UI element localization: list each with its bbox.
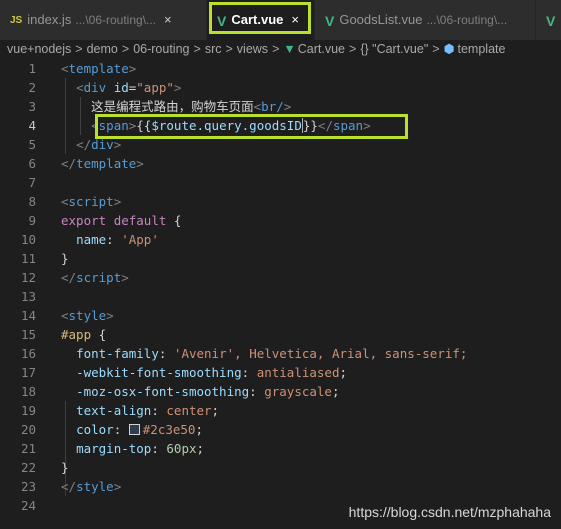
code-line: 7 bbox=[0, 173, 561, 192]
line-number: 7 bbox=[28, 175, 36, 190]
breadcrumb-item[interactable]: template bbox=[458, 40, 506, 59]
highlight-box-span bbox=[95, 114, 408, 139]
line-number: 4 bbox=[28, 118, 36, 133]
tab-overflow[interactable]: V bbox=[536, 0, 561, 40]
breadcrumb-item[interactable]: demo bbox=[87, 40, 118, 59]
tab-goodslist-vue[interactable]: V GoodsList.vue ...\06-routing\... bbox=[315, 0, 535, 40]
breadcrumb-item[interactable]: src bbox=[205, 40, 222, 59]
code-line: 9 export default { bbox=[0, 211, 561, 230]
code-line: 8 <script> bbox=[0, 192, 561, 211]
line-number: 14 bbox=[20, 308, 36, 323]
highlight-box-tab bbox=[209, 2, 311, 34]
vue-file-icon: ▼ bbox=[283, 42, 296, 56]
code-line: 16 font-family: 'Avenir', Helvetica, Ari… bbox=[0, 344, 561, 363]
chevron-right-icon: > bbox=[193, 42, 201, 56]
code-line: 15 #app { bbox=[0, 325, 561, 344]
editor-tab-bar: JS index.js ...\06-routing\... × V Cart.vue ×… bbox=[0, 0, 561, 40]
line-number: 10 bbox=[20, 232, 36, 247]
tab-label: index.js bbox=[27, 12, 72, 27]
breadcrumb: vue+nodejs > demo >06-routing > src > views > ▼ Ca… bbox=[0, 40, 561, 59]
line-number: 5 bbox=[28, 137, 36, 152]
line-number: 1 bbox=[28, 61, 36, 76]
line-number: 2 bbox=[28, 80, 36, 95]
tab-path: ...\06-routing\... bbox=[75, 13, 157, 27]
cube-icon: ⬢ bbox=[443, 42, 455, 56]
chevron-right-icon: > bbox=[225, 42, 233, 56]
code-line: 19 text-align: center; bbox=[0, 401, 561, 420]
line-number: 13 bbox=[20, 289, 36, 304]
tab-index-js[interactable]: JS index.js ...\06-routing\... × bbox=[0, 0, 206, 40]
breadcrumb-item[interactable]: 06-routing bbox=[133, 40, 189, 59]
line-number: 12 bbox=[20, 270, 36, 285]
code-line: 12 </script> bbox=[0, 268, 561, 287]
breadcrumb-item[interactable]: {} "Cart.vue" bbox=[360, 40, 428, 59]
tab-label: GoodsList.vue bbox=[339, 12, 423, 27]
js-file-icon: JS bbox=[10, 14, 23, 26]
code-line: 6 </template> bbox=[0, 154, 561, 173]
breadcrumb-item[interactable]: vue+nodejs bbox=[7, 40, 71, 59]
line-number: 9 bbox=[28, 213, 36, 228]
code-line: 2 <div id="app"> bbox=[0, 78, 561, 97]
tab-path: ...\06-routing\... bbox=[426, 13, 508, 27]
chevron-right-icon: > bbox=[121, 42, 130, 56]
line-number: 8 bbox=[28, 194, 36, 209]
code-line: 21 margin-top: 60px; bbox=[0, 439, 561, 458]
line-number: 22 bbox=[20, 460, 36, 475]
line-number: 3 bbox=[28, 99, 36, 114]
breadcrumb-item[interactable]: Cart.vue bbox=[298, 40, 345, 59]
line-number: 6 bbox=[28, 156, 36, 171]
chevron-right-icon: > bbox=[75, 42, 83, 56]
line-number: 17 bbox=[20, 365, 36, 380]
vue-file-icon: V bbox=[325, 12, 335, 29]
line-number: 15 bbox=[20, 327, 36, 342]
code-line: 23 </style> bbox=[0, 477, 561, 496]
vue-file-icon: V bbox=[546, 12, 556, 29]
close-icon[interactable]: × bbox=[164, 0, 172, 40]
code-line: 13 bbox=[0, 287, 561, 306]
code-line: 14 <style> bbox=[0, 306, 561, 325]
code-line: 22} bbox=[0, 458, 561, 477]
chevron-right-icon: > bbox=[349, 42, 357, 56]
line-number: 21 bbox=[20, 441, 36, 456]
code-line: 20 color: #2c3e50; bbox=[0, 420, 561, 439]
watermark: https://blog.csdn.net/mzphahaha bbox=[348, 504, 551, 520]
line-number: 20 bbox=[20, 422, 36, 437]
chevron-right-icon: > bbox=[432, 42, 440, 56]
color-swatch[interactable] bbox=[128, 424, 140, 435]
code-line: 11} bbox=[0, 249, 561, 268]
line-number: 11 bbox=[20, 251, 36, 266]
code-line: 10 name: 'App' bbox=[0, 230, 561, 249]
line-number: 19 bbox=[20, 403, 36, 418]
chevron-right-icon: > bbox=[272, 42, 280, 56]
code-line: 1 <template> bbox=[0, 59, 561, 78]
line-number: 23 bbox=[20, 479, 36, 494]
code-line: 18 -moz-osx-font-smoothing: grayscale; bbox=[0, 382, 561, 401]
line-number: 16 bbox=[20, 346, 36, 361]
line-number: 24 bbox=[20, 498, 36, 513]
code-editor[interactable]: 1 <template> 2 <div id="app"> 3 这是编程式路由，购… bbox=[0, 59, 561, 529]
breadcrumb-item[interactable]: views bbox=[237, 40, 268, 59]
line-number: 18 bbox=[20, 384, 36, 399]
code-line: 17 -webkit-font-smoothing: antialiased; bbox=[0, 363, 561, 382]
